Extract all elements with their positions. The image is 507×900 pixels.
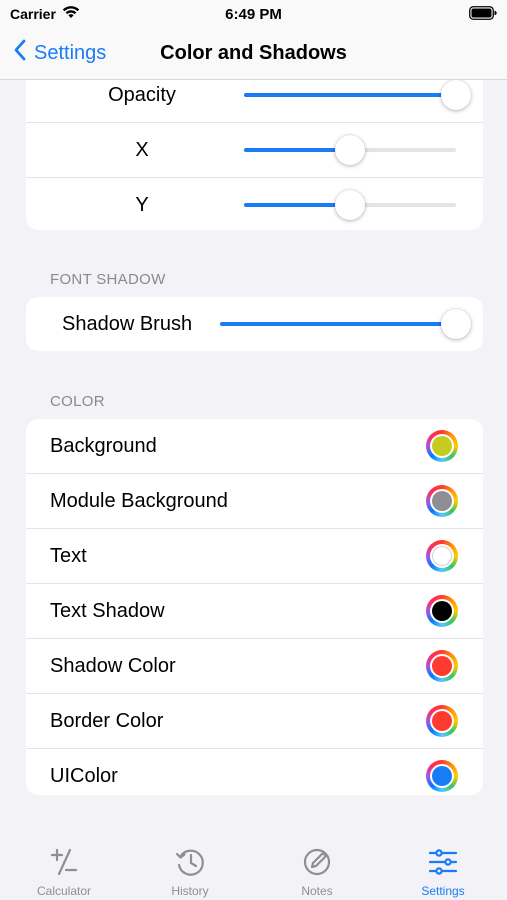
status-time: 6:49 PM xyxy=(225,6,282,23)
y-offset-label: Y xyxy=(135,194,149,216)
shadow-brush-row: Shadow Brush xyxy=(26,297,483,351)
color-picker-well[interactable] xyxy=(426,540,458,572)
navigation-bar: Settings Color and Shadows xyxy=(0,28,507,80)
tab-settings[interactable]: Settings xyxy=(380,828,506,900)
tab-label: Settings xyxy=(421,884,465,898)
page-title: Color and Shadows xyxy=(160,42,347,64)
tab-label: History xyxy=(171,884,209,898)
color-row-label: Text xyxy=(50,545,87,567)
slider-thumb[interactable] xyxy=(441,80,471,110)
status-bar: Carrier 6:49 PM xyxy=(0,0,507,28)
color-row-label: Background xyxy=(50,435,157,457)
color-picker-well[interactable] xyxy=(426,595,458,627)
shadow-brush-slider[interactable] xyxy=(220,309,471,339)
font-shadow-card: Shadow Brush xyxy=(26,297,483,351)
slider-thumb[interactable] xyxy=(335,190,365,220)
y-offset-row: Y xyxy=(26,178,483,230)
color-row-label: Border Color xyxy=(50,710,164,732)
color-header: COLOR xyxy=(50,393,105,410)
color-row-label: Shadow Color xyxy=(50,655,176,677)
color-picker-well[interactable] xyxy=(426,760,458,792)
color-row-module-background[interactable]: Module Background xyxy=(26,474,483,529)
font-shadow-header: FONT SHADOW xyxy=(50,271,166,288)
shadow-settings-card: Opacity X Y xyxy=(26,58,483,230)
app-screen: Carrier 6:49 PM Settings Color and Shado… xyxy=(0,0,507,900)
y-offset-slider[interactable] xyxy=(244,190,456,220)
x-offset-slider[interactable] xyxy=(244,135,456,165)
x-offset-row: X xyxy=(26,123,483,178)
color-card: Background Module Background Text Text S… xyxy=(26,419,483,795)
slider-thumb[interactable] xyxy=(335,135,365,165)
tab-notes[interactable]: Notes xyxy=(254,828,380,900)
color-picker-well[interactable] xyxy=(426,485,458,517)
color-row-uicolor[interactable]: UIColor xyxy=(26,749,483,795)
x-offset-label: X xyxy=(135,139,149,161)
tab-label: Notes xyxy=(301,884,333,898)
color-picker-well[interactable] xyxy=(426,705,458,737)
color-row-border-color[interactable]: Border Color xyxy=(26,694,483,749)
battery-icon xyxy=(469,6,497,25)
color-row-label: UIColor xyxy=(50,765,118,787)
color-row-background[interactable]: Background xyxy=(26,419,483,474)
tab-calculator[interactable]: Calculator xyxy=(1,828,127,900)
color-row-label: Text Shadow xyxy=(50,600,165,622)
color-row-shadow-color[interactable]: Shadow Color xyxy=(26,639,483,694)
shadow-brush-label: Shadow Brush xyxy=(62,313,193,335)
tab-label: Calculator xyxy=(36,884,92,898)
color-row-label: Module Background xyxy=(50,490,228,512)
color-row-text-shadow[interactable]: Text Shadow xyxy=(26,584,483,639)
color-picker-well[interactable] xyxy=(426,650,458,682)
color-row-text[interactable]: Text xyxy=(26,529,483,584)
slider-thumb[interactable] xyxy=(441,309,471,339)
tab-history[interactable]: History xyxy=(127,828,253,900)
opacity-slider[interactable] xyxy=(244,80,471,110)
color-picker-well[interactable] xyxy=(426,430,458,462)
tab-bar: Calculator History Notes Settings xyxy=(0,828,507,900)
